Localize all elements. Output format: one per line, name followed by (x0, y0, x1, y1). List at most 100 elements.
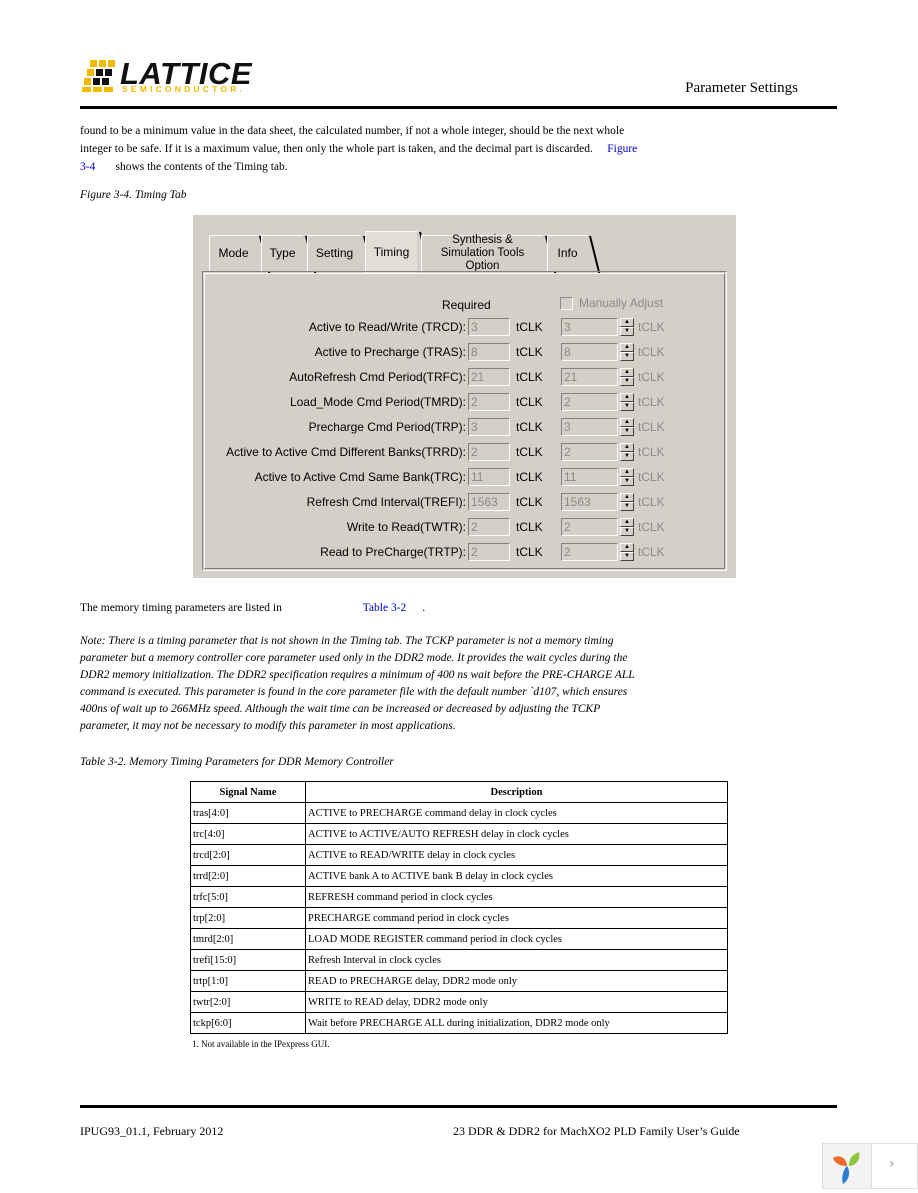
value-spinner[interactable]: ▲ ▼ (620, 418, 634, 436)
param-label: Write to Read(TWTR): (346, 520, 466, 534)
unit-label: tCLK (516, 520, 543, 534)
manual-unit-label: tCLK (638, 420, 665, 434)
tab-info[interactable]: Info (547, 235, 587, 271)
value-spinner[interactable]: ▲ ▼ (620, 543, 634, 561)
spin-down-icon[interactable]: ▼ (620, 452, 634, 461)
timing-row: Active to Read/Write (TRCD): 3 tCLK 3 ▲ ▼ tCLK (193, 316, 736, 338)
tab-label: Type (269, 246, 296, 260)
viewer-widget: › (822, 1143, 918, 1189)
manual-value-input[interactable]: 1563 (561, 493, 618, 511)
manual-unit-label: tCLK (638, 395, 665, 409)
spin-down-icon[interactable]: ▼ (620, 377, 634, 386)
tab-mode[interactable]: Mode (209, 235, 257, 271)
manual-value-input[interactable]: 2 (561, 518, 618, 536)
table-link[interactable]: Table 3-2 (363, 602, 407, 614)
spin-up-icon[interactable]: ▲ (620, 468, 634, 477)
checkbox-box[interactable] (560, 296, 573, 310)
header-divider (80, 106, 837, 109)
tab-synthesis-simulation[interactable]: Synthesis & Simulation Tools Option (421, 234, 543, 272)
tab-type[interactable]: Type (261, 235, 303, 271)
signal-name-cell: tckp[6:0] (190, 1012, 306, 1034)
spin-up-icon[interactable]: ▲ (620, 518, 634, 527)
table-footnote: 1. Not available in the IPexpress GUI. (192, 1039, 330, 1049)
footer-doc-id: IPUG93_01.1, February 2012 (80, 1124, 224, 1138)
value-spinner[interactable]: ▲ ▼ (620, 368, 634, 386)
spin-down-icon[interactable]: ▼ (620, 427, 634, 436)
signal-name-cell: trtp[1:0] (190, 970, 306, 992)
description-cell: ACTIVE to ACTIVE/AUTO REFRESH delay in c… (305, 823, 728, 845)
footer-page-title: 23 DDR & DDR2 for MachXO2 PLD Family Use… (453, 1124, 740, 1138)
spin-down-icon[interactable]: ▼ (620, 352, 634, 361)
required-value-field: 3 (468, 318, 510, 336)
spin-up-icon[interactable]: ▲ (620, 418, 634, 427)
timing-row: Active to Active Cmd Different Banks(TRR… (193, 441, 736, 463)
table-reference-sentence: The memory timing parameters are listed … (80, 602, 425, 614)
value-spinner[interactable]: ▲ ▼ (620, 518, 634, 536)
table-row: trfc[5:0] REFRESH command period in clock… (190, 886, 728, 908)
tckp-note: Note: There is a timing parameter that i… (80, 635, 635, 732)
spin-down-icon[interactable]: ▼ (620, 527, 634, 536)
manual-unit-label: tCLK (638, 495, 665, 509)
spin-down-icon[interactable]: ▼ (620, 502, 634, 511)
manual-unit-label: tCLK (638, 545, 665, 559)
manual-value-input[interactable]: 2 (561, 443, 618, 461)
required-value-field: 2 (468, 443, 510, 461)
description-cell: Refresh Interval in clock cycles (305, 949, 728, 971)
manual-value-input[interactable]: 8 (561, 343, 618, 361)
spin-down-icon[interactable]: ▼ (620, 477, 634, 486)
signal-name-cell: trrd[2:0] (190, 865, 306, 887)
required-value-field: 2 (468, 393, 510, 411)
unit-label: tCLK (516, 545, 543, 559)
intro-text-end: shows the contents of the Timing tab. (115, 161, 288, 173)
value-spinner[interactable]: ▲ ▼ (620, 343, 634, 361)
manual-value-input[interactable]: 3 (561, 418, 618, 436)
manual-value-input[interactable]: 21 (561, 368, 618, 386)
description-cell: READ to PRECHARGE delay, DDR2 mode only (305, 970, 728, 992)
manual-value-input[interactable]: 11 (561, 468, 618, 486)
value-spinner[interactable]: ▲ ▼ (620, 443, 634, 461)
table-row: tckp[6:0] Wait before PRECHARGE ALL durin… (190, 1012, 728, 1034)
value-spinner[interactable]: ▲ ▼ (620, 393, 634, 411)
signal-name-cell: trefi[15:0] (190, 949, 306, 971)
spin-down-icon[interactable]: ▼ (620, 402, 634, 411)
value-spinner[interactable]: ▲ ▼ (620, 468, 634, 486)
signal-name-cell: tras[4:0] (190, 802, 306, 824)
tab-timing[interactable]: Timing (365, 231, 417, 273)
param-label: Active to Active Cmd Same Bank(TRC): (254, 470, 466, 484)
spin-down-icon[interactable]: ▼ (620, 552, 634, 561)
spin-down-icon[interactable]: ▼ (620, 327, 634, 336)
tab-bar: Mode Type Setting Timing Synthesis & Sim… (201, 223, 731, 273)
sentence-end: . (422, 602, 426, 614)
header-signal-name: Signal Name (190, 781, 306, 803)
description-cell: ACTIVE to PRECHARGE command delay in clo… (305, 802, 728, 824)
signal-name-cell: trfc[5:0] (190, 886, 306, 908)
manual-value-input[interactable]: 2 (561, 543, 618, 561)
param-label: Precharge Cmd Period(TRP): (308, 420, 466, 434)
manually-adjust-label: Manually Adjust (579, 296, 664, 310)
spin-up-icon[interactable]: ▲ (620, 443, 634, 452)
tab-setting[interactable]: Setting (307, 235, 361, 271)
timing-row: Precharge Cmd Period(TRP): 3 tCLK 3 ▲ ▼ tCLK (193, 416, 736, 438)
spin-up-icon[interactable]: ▲ (620, 318, 634, 327)
spin-up-icon[interactable]: ▲ (620, 543, 634, 552)
spin-up-icon[interactable]: ▲ (620, 393, 634, 402)
unit-label: tCLK (516, 370, 543, 384)
manually-adjust-checkbox[interactable]: Manually Adjust (560, 296, 663, 310)
spin-up-icon[interactable]: ▲ (620, 493, 634, 502)
manual-value-input[interactable]: 2 (561, 393, 618, 411)
spin-up-icon[interactable]: ▲ (620, 368, 634, 377)
description-cell: WRITE to READ delay, DDR2 mode only (305, 991, 728, 1013)
timing-row: AutoRefresh Cmd Period(TRFC): 21 tCLK 21 ▲ ▼ t… (193, 366, 736, 388)
manual-value-input[interactable]: 3 (561, 318, 618, 336)
spin-up-icon[interactable]: ▲ (620, 343, 634, 352)
value-spinner[interactable]: ▲ ▼ (620, 318, 634, 336)
value-spinner[interactable]: ▲ ▼ (620, 493, 634, 511)
table-header-row: Signal Name Description (190, 781, 728, 803)
tab-label: Setting (315, 246, 354, 260)
memory-timing-table: Signal Name Description tras[4:0] ACTIVE … (190, 781, 728, 1034)
chevron-right-icon[interactable]: › (889, 1156, 895, 1172)
timing-row: Write to Read(TWTR): 2 tCLK 2 ▲ ▼ tCLK (193, 516, 736, 538)
param-label: Active to Precharge (TRAS): (314, 345, 466, 359)
description-cell: ACTIVE bank A to ACTIVE bank B delay in … (305, 865, 728, 887)
table-row: trrd[2:0] ACTIVE bank A to ACTIVE bank B … (190, 865, 728, 887)
